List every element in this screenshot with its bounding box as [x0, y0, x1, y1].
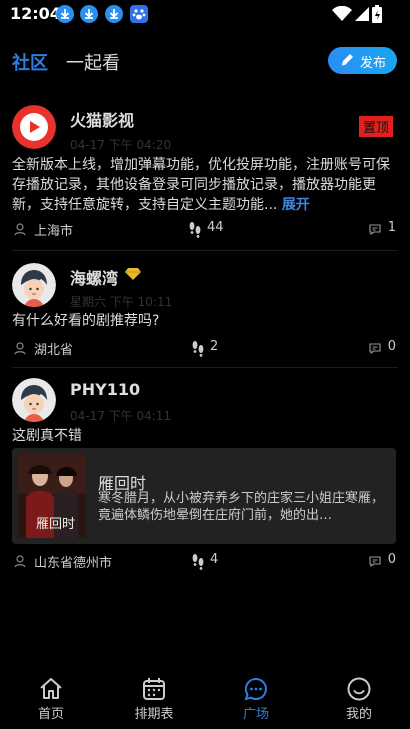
wifi-icon: [332, 6, 352, 21]
footprints-icon: [192, 554, 204, 570]
post-author[interactable]: 火猫影视: [70, 107, 134, 131]
poster-title-text: 雁回时: [36, 517, 75, 532]
divider: [12, 367, 398, 368]
top-header: 社区 一起看 发布: [0, 40, 410, 84]
comment-count-value: 1: [387, 220, 396, 235]
post-card[interactable]: 海螺湾 星期六 下午 10:11 有什么好看的剧推荐吗? 湖北省 2 0: [12, 263, 398, 363]
status-time: 12:04: [10, 4, 61, 23]
nav-square[interactable]: 广场: [216, 672, 296, 724]
status-bar: 12:04: [0, 0, 410, 28]
battery-charging-icon: [372, 5, 382, 23]
post-time: 04-17 下午 04:20: [70, 138, 172, 152]
chat-bubble-icon: [244, 677, 267, 701]
comment-icon: [369, 224, 381, 236]
view-count-value: 2: [210, 339, 219, 354]
post-text: 有什么好看的剧推荐吗?: [12, 313, 160, 329]
divider: [12, 250, 398, 251]
footprints-icon: [192, 341, 204, 357]
post-content[interactable]: 全新版本上线，增加弹幕功能，优化投屏功能，注册账号可保存播放记录，其他设备登录可…: [12, 155, 398, 215]
post-author[interactable]: 海螺湾: [70, 265, 118, 289]
paw-app-icon: [130, 5, 148, 23]
bottom-navigation: 首页 排期表 广场 我的: [0, 672, 410, 729]
view-count-value: 4: [210, 552, 219, 567]
pen-icon: [341, 54, 353, 66]
location-pin-icon: [14, 342, 26, 355]
download-notification-icon: [105, 5, 123, 23]
location-pin-icon: [14, 555, 26, 568]
cell-signal-icon: [355, 7, 369, 21]
post-text: 全新版本上线，增加弹幕功能，优化投屏功能，注册账号可保存播放记录，其他设备登录可…: [12, 157, 390, 213]
location-text: 上海市: [34, 224, 74, 239]
publish-label: 发布: [360, 56, 387, 71]
post-content[interactable]: 这剧真不错: [12, 426, 398, 446]
nav-home-label: 首页: [37, 707, 64, 722]
smile-icon: [347, 677, 371, 701]
post-meta: 湖北省 2 0: [12, 339, 398, 359]
post-card[interactable]: PHY110 04-17 下午 04:11 这剧真不错 雁回时 雁回时 寒冬腊月…: [12, 378, 398, 578]
view-count-value: 44: [207, 220, 224, 235]
post-text: 这剧真不错: [12, 428, 82, 444]
download-notification-icon: [80, 5, 98, 23]
video-description: 寒冬腊月，从小被弃养乡下的庄家三小姐庄寒雁，竟遍体鳞伤地晕倒在庄府门前，她的出…: [98, 491, 385, 523]
location-text: 山东省德州市: [34, 556, 113, 571]
comment-icon: [369, 343, 381, 355]
comment-count-value: 0: [387, 339, 396, 354]
nav-schedule[interactable]: 排期表: [114, 672, 194, 724]
avatar[interactable]: [12, 378, 56, 422]
nav-profile[interactable]: 我的: [319, 672, 399, 724]
comment-count-value: 0: [387, 552, 396, 567]
post-author[interactable]: PHY110: [70, 380, 140, 399]
nav-profile-label: 我的: [345, 707, 372, 722]
nav-schedule-label: 排期表: [134, 707, 174, 722]
post-meta: 山东省德州市 4 0: [12, 552, 398, 572]
comment-icon: [369, 556, 381, 568]
expand-link[interactable]: 展开: [282, 197, 310, 213]
nav-home[interactable]: 首页: [11, 672, 91, 724]
footprints-icon: [189, 222, 201, 238]
location-text: 湖北省: [34, 343, 74, 358]
avatar[interactable]: [12, 263, 56, 307]
location-pin-icon: [14, 223, 26, 236]
post-content[interactable]: 有什么好看的剧推荐吗?: [12, 311, 398, 331]
tab-watch-together[interactable]: 一起看: [66, 49, 120, 75]
video-poster[interactable]: 雁回时: [18, 454, 86, 538]
avatar[interactable]: [12, 105, 56, 149]
tab-community[interactable]: 社区: [12, 49, 48, 75]
pinned-badge: 置顶: [359, 116, 394, 137]
diamond-vip-icon: [125, 268, 141, 280]
calendar-icon: [143, 678, 165, 700]
home-icon: [40, 678, 62, 699]
download-notification-icon: [56, 5, 74, 23]
post-card[interactable]: 火猫影视 04-17 下午 04:20 置顶 全新版本上线，增加弹幕功能，优化投…: [12, 105, 398, 245]
shared-video-card[interactable]: 雁回时 雁回时 寒冬腊月，从小被弃养乡下的庄家三小姐庄寒雁，竟遍体鳞伤地晕倒在庄…: [12, 448, 396, 544]
publish-button[interactable]: 发布: [328, 47, 397, 74]
post-time: 星期六 下午 10:11: [70, 295, 173, 309]
post-time: 04-17 下午 04:11: [70, 409, 172, 423]
nav-square-label: 广场: [242, 707, 269, 722]
post-meta: 上海市 44 1: [12, 220, 398, 240]
